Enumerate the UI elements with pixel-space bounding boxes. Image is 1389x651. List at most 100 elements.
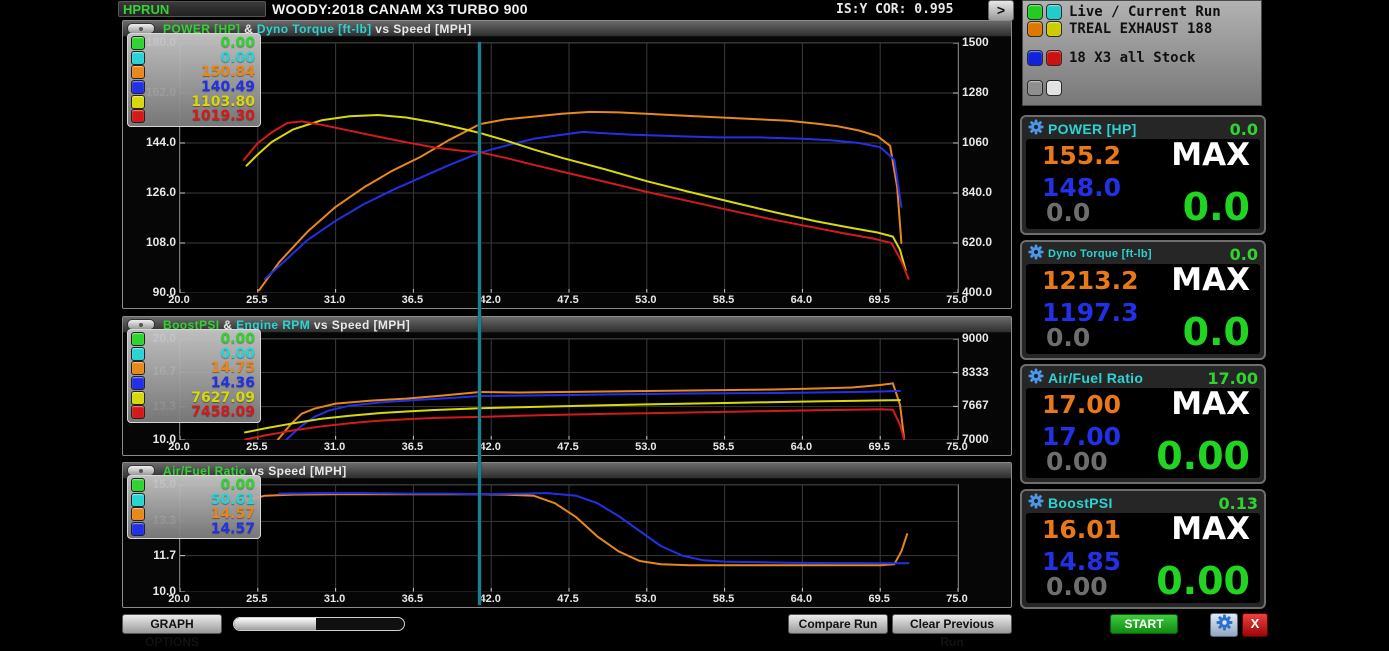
gauge-title: POWER [HP] (1048, 121, 1137, 137)
legend-row: 0.00 (131, 51, 255, 66)
legend-value: 14.57 (211, 521, 255, 537)
run-color-swatch (1046, 80, 1062, 96)
legend-swatch (131, 478, 145, 492)
gauge-prev-value: 0.0 (1046, 323, 1090, 352)
run-legend-row[interactable]: TREAL EXHAUST 188 (1027, 20, 1257, 37)
y-tick-label: 620.0 (962, 235, 992, 249)
legend-row: 0.00 (131, 478, 255, 493)
y-tick-label: 1500 (962, 35, 989, 49)
y-tick-label: 1280 (962, 85, 989, 99)
run-legend-row[interactable]: Live / Current Run (1027, 3, 1257, 20)
gauge-body: 155.2 MAX 148.0 0.0 0.0 (1026, 139, 1260, 229)
legend-swatch (131, 109, 145, 123)
gauge-max-label: MAX (1171, 386, 1250, 422)
y-tick-label: 8333 (962, 365, 989, 379)
x-tick-label: 64.0 (791, 441, 812, 453)
x-tick-label: 36.5 (402, 294, 423, 306)
plot-area[interactable] (179, 484, 959, 592)
legend-row: 50.61 (131, 493, 255, 508)
run-color-swatch (1027, 21, 1043, 37)
x-tick-label: 58.5 (713, 441, 734, 453)
gauge-max-label: MAX (1171, 137, 1250, 173)
run-selector-field[interactable]: HPRUN (118, 1, 266, 17)
x-tick-label: 75.0 (946, 294, 967, 306)
gauge-torque: Dyno Torque [ft-lb] 0.0 1213.2 MAX 1197.… (1020, 240, 1266, 360)
clear-previous-run-button[interactable]: Clear Previous Run (892, 614, 1012, 634)
y-tick-label: 9000 (962, 331, 989, 345)
chart-afr: Air/Fuel Ratio vs Speed [MPH] 15.013.311… (122, 462, 1012, 608)
chart-legend: 0.0050.6114.5714.57 (127, 475, 261, 539)
x-tick-label: 31.0 (324, 593, 345, 605)
run-legend-row[interactable]: 18 X3 all Stock (1027, 49, 1257, 66)
legend-swatch (131, 65, 145, 79)
y-tick-label: 144.0 (146, 135, 176, 149)
run-color-swatch (1046, 50, 1062, 66)
x-tick-label: 25.5 (246, 593, 267, 605)
gear-icon[interactable] (1028, 368, 1044, 389)
run-legend-row[interactable] (1027, 79, 1257, 96)
x-tick-label: 64.0 (791, 294, 812, 306)
x-axis: 20.025.531.036.542.047.553.058.564.069.5… (179, 440, 959, 455)
legend-row: 150.84 (131, 65, 255, 80)
legend-row: 1019.30 (131, 109, 255, 124)
legend-swatch (131, 51, 145, 65)
y-tick-label: 7667 (962, 398, 989, 412)
run-legend-panel[interactable]: Live / Current RunTREAL EXHAUST 188 18 X3… (1022, 0, 1262, 106)
gauge-power: POWER [HP] 0.0 155.2 MAX 148.0 0.0 0.0 (1020, 115, 1266, 235)
gauge-title: Dyno Torque [ft-lb] (1048, 248, 1152, 260)
plot-area[interactable] (179, 42, 959, 293)
x-tick-label: 42.0 (479, 294, 500, 306)
gauge-live-value: 0.0 (1230, 245, 1258, 264)
y-tick-label: 1060 (962, 135, 989, 149)
x-tick-label: 31.0 (324, 294, 345, 306)
x-axis: 20.025.531.036.542.047.553.058.564.069.5… (179, 293, 959, 308)
progress-fill (234, 618, 316, 630)
progress-bar (233, 617, 405, 631)
legend-value: 0.00 (220, 346, 255, 362)
graph-options-button[interactable]: GRAPH OPTIONS (122, 614, 222, 634)
gear-icon[interactable] (1028, 493, 1044, 514)
legend-value: 50.61 (211, 492, 255, 508)
chart-boost-rpm: BoostPSI & Engine RPM vs Speed [MPH] 20.… (122, 316, 1012, 456)
x-tick-label: 20.0 (168, 294, 189, 306)
y-tick-label: 108.0 (146, 235, 176, 249)
gear-icon[interactable] (1028, 119, 1044, 140)
gauge-title: Air/Fuel Ratio (1048, 370, 1143, 386)
compare-run-button[interactable]: Compare Run (788, 614, 888, 634)
x-tick-label: 53.0 (635, 441, 656, 453)
x-tick-label: 25.5 (246, 294, 267, 306)
expand-button[interactable]: > (988, 0, 1014, 21)
x-tick-label: 69.5 (868, 441, 889, 453)
gauge-prev-value: 0.0 (1046, 198, 1090, 227)
gauge-run1-value: 16.01 (1042, 515, 1121, 544)
right-axis: 150012801060840.0620.0400.0 (959, 42, 1011, 293)
gauge-afr: Air/Fuel Ratio 17.00 17.00 MAX 17.00 0.0… (1020, 364, 1266, 484)
gauge-run1-value: 1213.2 (1042, 266, 1138, 295)
gauge-max-value: 0.00 (1156, 434, 1250, 478)
x-tick-label: 75.0 (946, 593, 967, 605)
legend-swatch (131, 36, 145, 50)
legend-row: 7627.09 (131, 390, 255, 405)
x-tick-label: 47.5 (557, 294, 578, 306)
run-label: 18 X3 all Stock (1069, 50, 1195, 66)
vehicle-title: WOODY:2018 CANAM X3 TURBO 900 (272, 1, 528, 17)
gear-icon (1216, 614, 1233, 636)
close-button[interactable]: X (1242, 613, 1268, 637)
run-label: TREAL EXHAUST 188 (1069, 21, 1212, 37)
legend-row: 14.36 (131, 376, 255, 391)
cursor-line[interactable] (478, 42, 481, 605)
plot-area[interactable] (179, 338, 959, 440)
x-tick-label: 69.5 (868, 294, 889, 306)
legend-swatch (131, 80, 145, 94)
x-tick-label: 42.0 (479, 593, 500, 605)
gear-icon[interactable] (1028, 244, 1044, 265)
legend-row: 14.75 (131, 361, 255, 376)
gauge-live-value: 17.00 (1207, 369, 1258, 388)
chart-power-torque: POWER [HP] & Dyno Torque [ft-lb] vs Spee… (122, 20, 1012, 309)
settings-button[interactable] (1210, 613, 1238, 637)
x-tick-label: 20.0 (168, 593, 189, 605)
gauge-prev-value: 0.00 (1046, 572, 1108, 601)
gauge-run1-value: 155.2 (1042, 141, 1121, 170)
legend-row: 1103.80 (131, 94, 255, 109)
start-button[interactable]: START (1110, 614, 1178, 634)
